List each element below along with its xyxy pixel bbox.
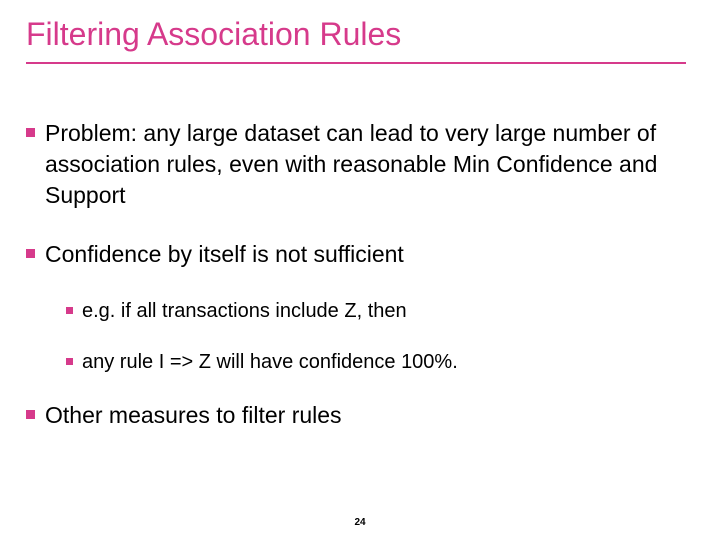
bullet-text: Problem: any large dataset can lead to v… xyxy=(45,118,686,211)
bullet-item: Problem: any large dataset can lead to v… xyxy=(26,118,686,211)
bullet-item: Other measures to filter rules xyxy=(26,400,686,431)
bullet-square-icon xyxy=(26,249,35,258)
sub-bullet-item: e.g. if all transactions include Z, then xyxy=(66,298,686,325)
slide: Filtering Association Rules Problem: any… xyxy=(0,0,720,540)
sub-bullet-item: any rule I => Z will have confidence 100… xyxy=(66,349,686,376)
sub-bullet-text: any rule I => Z will have confidence 100… xyxy=(82,349,458,376)
slide-title: Filtering Association Rules xyxy=(26,16,401,53)
bullet-square-icon xyxy=(26,128,35,137)
bullet-square-icon xyxy=(66,358,73,365)
bullet-item: Confidence by itself is not sufficient xyxy=(26,239,686,270)
sub-bullet-text: e.g. if all transactions include Z, then xyxy=(82,298,407,325)
bullet-square-icon xyxy=(66,307,73,314)
bullet-text: Other measures to filter rules xyxy=(45,400,342,431)
title-underline xyxy=(26,62,686,64)
bullet-text: Confidence by itself is not sufficient xyxy=(45,239,404,270)
bullet-square-icon xyxy=(26,410,35,419)
slide-content: Problem: any large dataset can lead to v… xyxy=(26,118,686,459)
page-number: 24 xyxy=(0,517,720,528)
